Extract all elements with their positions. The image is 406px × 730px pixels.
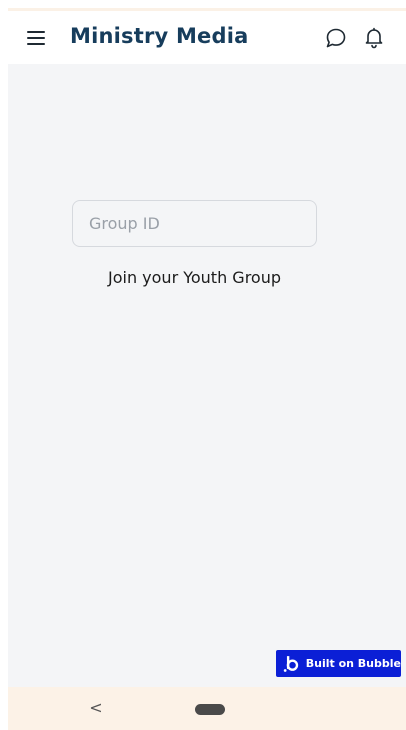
chat-bubble-icon[interactable] [324,26,348,50]
app-header: Ministry Media [8,11,406,64]
page-title: Ministry Media [70,24,249,48]
menu-line [27,31,45,33]
bubble-logo-icon [283,655,299,672]
menu-line [27,43,45,45]
badge-label: Built on Bubble [305,657,401,670]
join-youth-group-button[interactable]: Join your Youth Group [72,268,317,287]
built-on-bubble-badge[interactable]: Built on Bubble [276,650,401,677]
group-id-input[interactable] [72,200,317,247]
hamburger-menu-icon[interactable] [24,26,48,50]
back-button[interactable]: < [86,697,106,719]
system-navigation-bar: < [8,687,406,730]
app-screen: Ministry Media Join your Youth Group Bui… [8,8,406,730]
notification-bell-icon[interactable] [362,25,386,49]
menu-line [27,37,45,39]
home-pill-icon[interactable] [195,704,225,715]
